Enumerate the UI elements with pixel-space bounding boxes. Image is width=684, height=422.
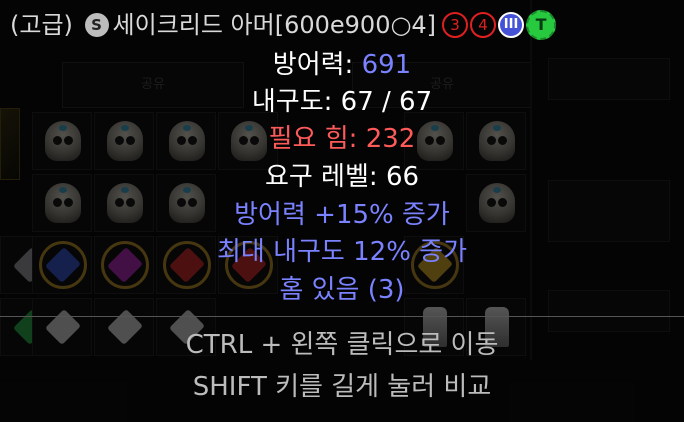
stat-required-level: 요구 레벨: 66 (0, 162, 684, 192)
item-title: (고급) S 세이크리드 아머[600e900○4] 3 4 III T (10, 8, 557, 40)
stat-value: 232 (365, 124, 416, 154)
hint-ctrl-move: CTRL + 왼쪽 클릭으로 이동 (185, 330, 499, 360)
hint-shift-compare: SHIFT 키를 길게 눌러 비교 (192, 372, 492, 402)
stat-durability: 내구도: 67 / 67 (0, 87, 684, 117)
stat-label: 요구 레벨: (264, 162, 386, 192)
stat-value: 67 / 67 (340, 87, 433, 117)
magic-property: 최대 내구도 12% 증가 (216, 237, 468, 267)
tier-badge: III (498, 12, 525, 38)
rune-coin-icon: S (84, 13, 109, 37)
tooltip-divider (0, 316, 684, 317)
level-badge: 4 (470, 12, 497, 38)
magic-property: 홈 있음 (3) (279, 275, 405, 305)
magic-property: 방어력 +15% 증가 (234, 200, 450, 230)
stat-value: 66 (385, 162, 420, 192)
stat-label: 필요 힘: (268, 124, 366, 154)
item-tooltip: (고급) S 세이크리드 아머[600e900○4] 3 4 III T 방어력: 691… (0, 0, 684, 422)
socket-count-badge: 3 (442, 12, 469, 38)
gear-badge-icon: T (526, 10, 557, 40)
stat-label: 방어력: (272, 50, 362, 80)
stat-defense: 방어력: 691 (0, 50, 684, 80)
stat-label: 내구도: (251, 87, 341, 117)
item-quality: (고급) (10, 11, 73, 39)
stat-required-strength: 필요 힘: 232 (0, 124, 684, 154)
stat-value: 691 (361, 50, 412, 80)
item-name: 세이크리드 아머[600e900○4] (112, 11, 437, 39)
